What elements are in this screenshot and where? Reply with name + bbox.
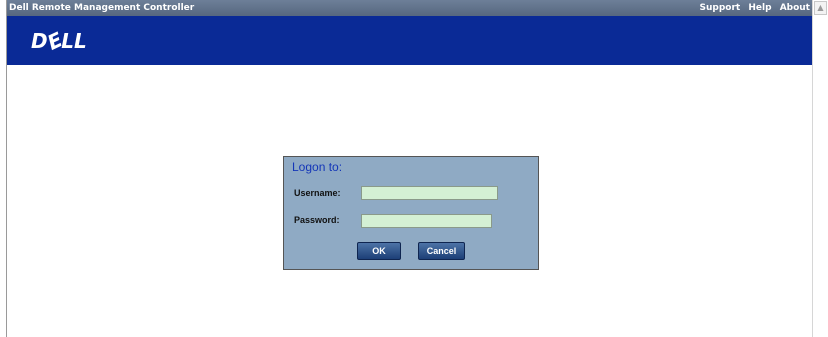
login-title: Logon to:: [292, 160, 343, 174]
ok-button[interactable]: OK: [357, 242, 401, 260]
header-links: Support Help About: [695, 0, 810, 16]
password-label: Password:: [294, 215, 340, 225]
left-border: [0, 0, 7, 337]
support-link[interactable]: Support: [700, 3, 741, 13]
username-field[interactable]: [361, 186, 498, 200]
cancel-button[interactable]: Cancel: [418, 242, 465, 260]
login-dialog: Logon to: Username: Password: OK Cancel: [283, 156, 539, 270]
vertical-scrollbar[interactable]: ▲: [812, 0, 828, 337]
page: Dell Remote Management Controller Suppor…: [0, 0, 828, 337]
password-field[interactable]: [361, 214, 492, 228]
help-link[interactable]: Help: [748, 3, 771, 13]
top-bar: Dell Remote Management Controller Suppor…: [7, 0, 812, 16]
app-title: Dell Remote Management Controller: [9, 3, 195, 13]
username-label: Username:: [294, 188, 341, 198]
about-link[interactable]: About: [780, 3, 810, 13]
dell-logo: DELL: [31, 27, 87, 55]
scroll-up-arrow-icon[interactable]: ▲: [814, 1, 827, 15]
banner: DELL: [7, 16, 812, 65]
